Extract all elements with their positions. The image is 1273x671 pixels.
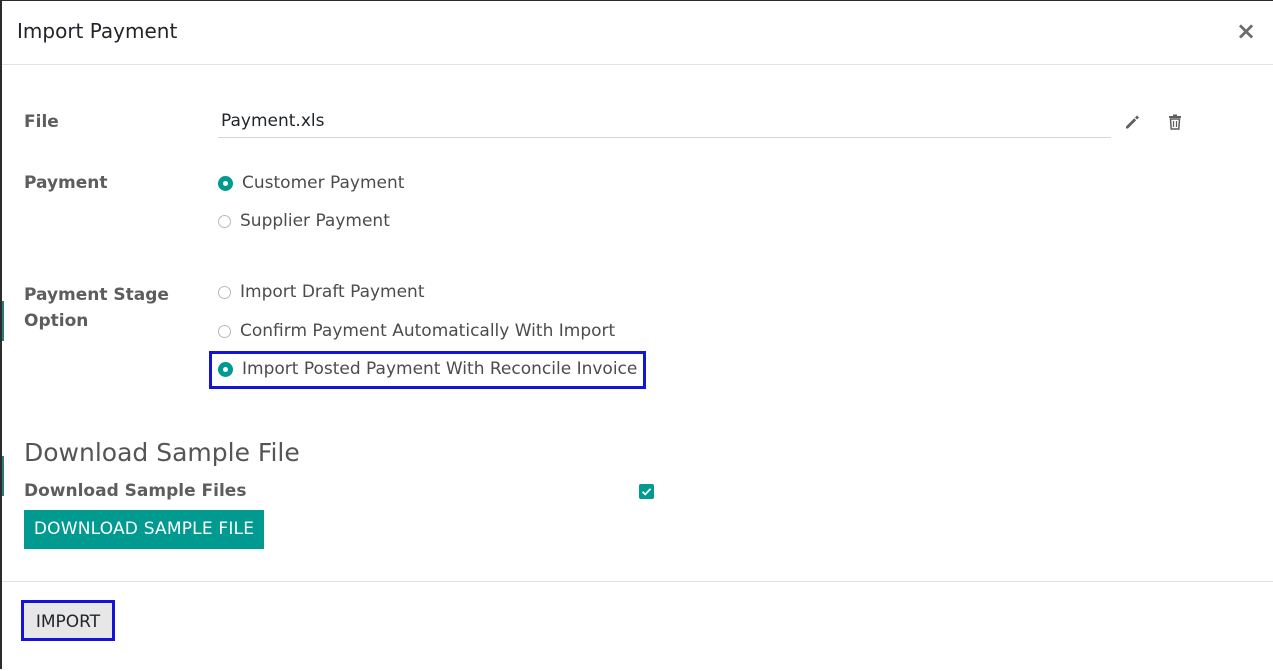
radio-button-checked[interactable]	[218, 361, 233, 377]
radio-button[interactable]	[218, 214, 231, 228]
download-sample-files-checkbox[interactable]	[639, 484, 654, 499]
delete-file-button[interactable]	[1166, 113, 1186, 133]
edit-file-button[interactable]	[1123, 113, 1143, 133]
download-sample-file-button[interactable]: DOWNLOAD SAMPLE FILE	[24, 510, 264, 549]
import-payment-dialog: Import Payment × File Payment.xls Paymen…	[0, 0, 1273, 669]
close-button[interactable]: ×	[1233, 15, 1259, 47]
import-button-label: IMPORT	[35, 612, 101, 632]
dialog-title: Import Payment	[17, 19, 178, 43]
radio-label: Import Posted Payment With Reconcile Inv…	[242, 359, 638, 379]
radio-label: Customer Payment	[242, 173, 405, 193]
payment-stage-label: Payment Stage Option	[24, 282, 169, 334]
dialog-header: Import Payment ×	[2, 1, 1273, 65]
radio-label: Confirm Payment Automatically With Impor…	[240, 321, 616, 341]
payment-stage-label-line2: Option	[24, 311, 89, 331]
download-sample-files-label: Download Sample Files	[24, 481, 247, 501]
radio-supplier-payment[interactable]: Supplier Payment	[218, 209, 390, 233]
file-field[interactable]: Payment.xls	[218, 108, 1111, 138]
radio-import-draft-payment[interactable]: Import Draft Payment	[218, 280, 425, 304]
payment-stage-label-line1: Payment Stage	[24, 285, 169, 305]
section-title-download-sample: Download Sample File	[24, 438, 300, 467]
radio-confirm-payment-automatically[interactable]: Confirm Payment Automatically With Impor…	[218, 319, 615, 343]
radio-label: Import Draft Payment	[240, 282, 425, 302]
import-button[interactable]: IMPORT	[21, 600, 115, 641]
radio-button-checked[interactable]	[218, 175, 233, 191]
file-name: Payment.xls	[221, 111, 325, 131]
background-edge	[2, 456, 4, 496]
radio-button[interactable]	[218, 324, 231, 338]
radio-customer-payment[interactable]: Customer Payment	[218, 171, 404, 195]
checkmark-icon	[641, 488, 652, 496]
file-label: File	[24, 112, 59, 132]
pencil-icon	[1126, 115, 1139, 129]
trash-icon	[1169, 114, 1181, 130]
dialog-footer: IMPORT	[2, 581, 1273, 671]
radio-button[interactable]	[218, 285, 231, 299]
radio-import-posted-payment[interactable]: Import Posted Payment With Reconcile Inv…	[218, 357, 637, 381]
radio-label: Supplier Payment	[240, 211, 390, 231]
payment-label: Payment	[24, 173, 108, 193]
background-edge	[2, 301, 4, 341]
